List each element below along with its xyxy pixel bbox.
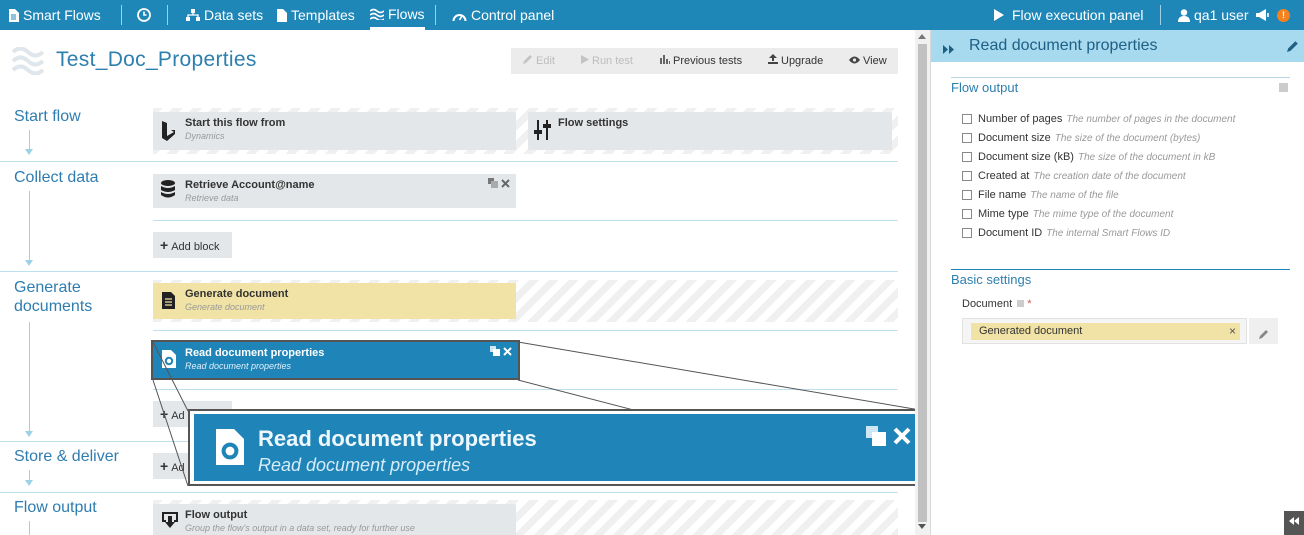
vertical-scrollbar[interactable] bbox=[915, 30, 930, 535]
expand-panel-button[interactable] bbox=[1284, 511, 1304, 535]
flow-output-heading: Flow output bbox=[951, 80, 1019, 95]
pencil-icon[interactable] bbox=[1287, 39, 1299, 57]
option-name: Number of pages bbox=[978, 113, 1063, 125]
document-field-label: Document * bbox=[962, 298, 1032, 310]
zoom-subtitle: Read document properties bbox=[258, 455, 471, 475]
section-divider bbox=[951, 77, 1290, 78]
option-description: The creation date of the document bbox=[1033, 170, 1186, 182]
checkbox[interactable] bbox=[962, 152, 972, 162]
scrollbar-thumb[interactable] bbox=[918, 44, 927, 522]
collapse-panel-icon[interactable] bbox=[943, 41, 954, 59]
double-chevron-left-icon bbox=[1289, 517, 1299, 528]
file-gear-icon bbox=[216, 429, 244, 470]
remove-tag-button[interactable]: × bbox=[1229, 323, 1236, 340]
option-description: The mime type of the document bbox=[1032, 208, 1174, 220]
output-option[interactable]: File name The name of the file bbox=[962, 189, 1119, 201]
selected-document-tag: Generated document × bbox=[971, 323, 1240, 340]
scroll-up-icon[interactable] bbox=[918, 34, 926, 39]
option-name: Created at bbox=[978, 170, 1030, 182]
checkbox[interactable] bbox=[962, 228, 972, 238]
megaphone-icon bbox=[1256, 9, 1270, 21]
required-mark: * bbox=[1027, 298, 1032, 310]
notification-badge: ! bbox=[1277, 8, 1290, 22]
panel-title: Read document properties bbox=[969, 37, 1158, 54]
zoom-title: Read document properties bbox=[258, 426, 537, 451]
basic-settings-heading: Basic settings bbox=[951, 272, 1032, 287]
copy-icon bbox=[866, 426, 886, 451]
checkbox[interactable] bbox=[962, 190, 972, 200]
document-select[interactable]: Generated document × bbox=[962, 318, 1247, 344]
info-icon bbox=[1279, 83, 1288, 92]
checkbox[interactable] bbox=[962, 171, 972, 181]
option-name: Mime type bbox=[978, 208, 1029, 220]
checkbox[interactable] bbox=[962, 209, 972, 219]
option-description: The name of the file bbox=[1030, 189, 1119, 201]
play-icon bbox=[994, 9, 1004, 21]
user-menu[interactable]: qa1 user bbox=[1178, 0, 1248, 30]
output-option[interactable]: Mime type The mime type of the document bbox=[962, 208, 1173, 220]
user-icon bbox=[1178, 8, 1190, 22]
pencil-icon bbox=[1259, 326, 1269, 344]
flow-execution-panel-label: Flow execution panel bbox=[1012, 7, 1144, 23]
checkbox[interactable] bbox=[962, 114, 972, 124]
option-description: The size of the document in kB bbox=[1077, 151, 1216, 163]
option-name: Document size (kB) bbox=[978, 151, 1074, 163]
option-description: The number of pages in the document bbox=[1066, 113, 1236, 125]
flow-execution-panel-button[interactable]: Flow execution panel bbox=[994, 0, 1144, 30]
section-divider bbox=[951, 269, 1290, 270]
document-edit-button[interactable] bbox=[1249, 318, 1278, 344]
option-description: The internal Smart Flows ID bbox=[1046, 227, 1171, 239]
output-option[interactable]: Document size The size of the document (b… bbox=[962, 132, 1200, 144]
document-label-text: Document bbox=[962, 298, 1013, 310]
selected-document-value: Generated document bbox=[979, 325, 1083, 337]
scroll-down-icon[interactable] bbox=[918, 524, 926, 529]
announcements-button[interactable]: ! bbox=[1256, 0, 1290, 30]
checkbox[interactable] bbox=[962, 133, 972, 143]
output-option[interactable]: Number of pages The number of pages in th… bbox=[962, 113, 1235, 125]
zoom-magnifier: Read document properties Read document p… bbox=[188, 409, 926, 486]
info-icon bbox=[1017, 300, 1025, 307]
zoomed-block: Read document properties Read document p… bbox=[194, 414, 920, 481]
properties-panel: Read document properties Flow output Num… bbox=[930, 30, 1304, 535]
option-name: Document size bbox=[978, 132, 1051, 144]
option-description: The size of the document (bytes) bbox=[1054, 132, 1201, 144]
option-name: File name bbox=[978, 189, 1027, 201]
user-name: qa1 user bbox=[1194, 7, 1249, 23]
output-option[interactable]: Created at The creation date of the docum… bbox=[962, 170, 1186, 182]
panel-header: Read document properties bbox=[931, 30, 1304, 62]
divider bbox=[1160, 5, 1161, 25]
output-option[interactable]: Document size (kB) The size of the docume… bbox=[962, 151, 1215, 163]
output-option[interactable]: Document ID The internal Smart Flows ID bbox=[962, 227, 1170, 239]
option-name: Document ID bbox=[978, 227, 1043, 239]
close-icon bbox=[893, 427, 911, 450]
